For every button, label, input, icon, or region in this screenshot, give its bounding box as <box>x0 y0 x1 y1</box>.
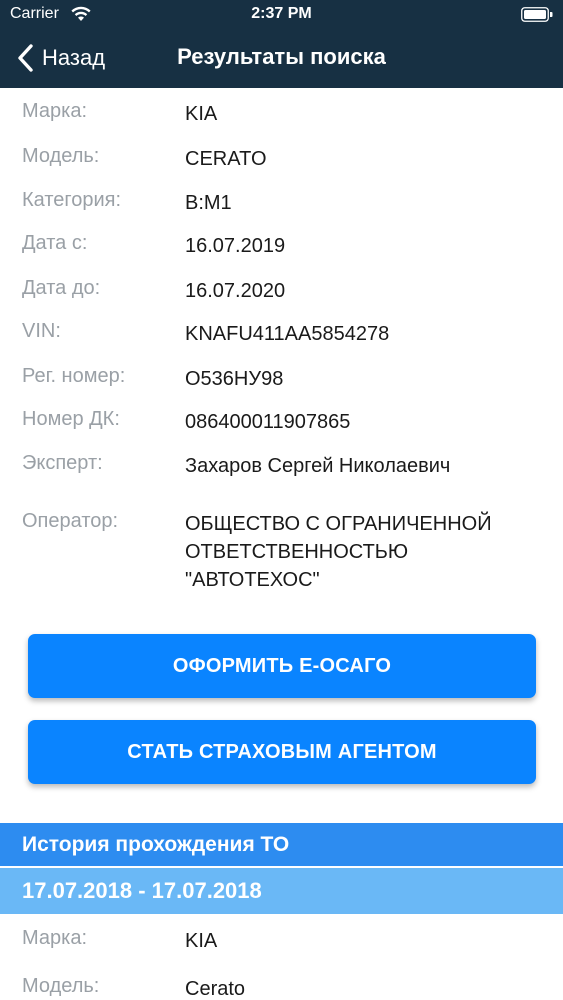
detail-label: Модель: <box>22 145 100 167</box>
detail-label: Марка: <box>22 927 87 949</box>
detail-value: KNAFU411AA5854278 <box>185 323 390 345</box>
history-period-header[interactable]: 17.07.2018 - 17.07.2018 <box>0 868 563 914</box>
detail-label: Рег. номер: <box>22 365 126 387</box>
detail-label: Эксперт: <box>22 452 103 474</box>
inspection-history-header: История прохождения ТО <box>0 823 563 866</box>
detail-label: Модель: <box>22 975 100 997</box>
navigation-bar: Назад Результаты поиска <box>0 30 563 88</box>
battery-icon <box>521 7 553 22</box>
detail-value: 16.07.2019 <box>185 235 286 257</box>
detail-label: Дата до: <box>22 277 101 299</box>
detail-value: Cerato <box>185 978 246 1000</box>
status-bar: Carrier 2:37 PM <box>0 0 563 30</box>
detail-value: 16.07.2020 <box>185 280 286 302</box>
detail-value: Захаров Сергей Николаевич <box>185 455 451 477</box>
detail-value: ОБЩЕСТВО С ОГРАНИЧЕННОЙ ОТВЕТСТВЕННОСТЬЮ… <box>185 513 492 591</box>
detail-label: Номер ДК: <box>22 408 120 430</box>
top-bar: Carrier 2:37 PM Назад Результаты поиска <box>0 0 563 88</box>
detail-label: Дата с: <box>22 232 88 254</box>
detail-value: B:M1 <box>185 192 232 214</box>
detail-label: VIN: <box>22 320 61 342</box>
detail-value: KIA <box>185 103 218 125</box>
detail-value: О536НУ98 <box>185 368 284 390</box>
detail-label: Категория: <box>22 189 122 211</box>
status-time: 2:37 PM <box>251 5 312 22</box>
become-agent-button[interactable]: СТАТЬ СТРАХОВЫМ АГЕНТОМ <box>28 720 536 784</box>
detail-value: 086400011907865 <box>185 411 351 433</box>
detail-label: Оператор: <box>22 510 119 532</box>
page-title: Результаты поиска <box>177 44 386 69</box>
detail-value: CERATO <box>185 148 267 170</box>
issue-eosago-button[interactable]: ОФОРМИТЬ Е-ОСАГО <box>28 634 536 698</box>
detail-label: Марка: <box>22 100 87 122</box>
detail-value: KIA <box>185 930 218 952</box>
